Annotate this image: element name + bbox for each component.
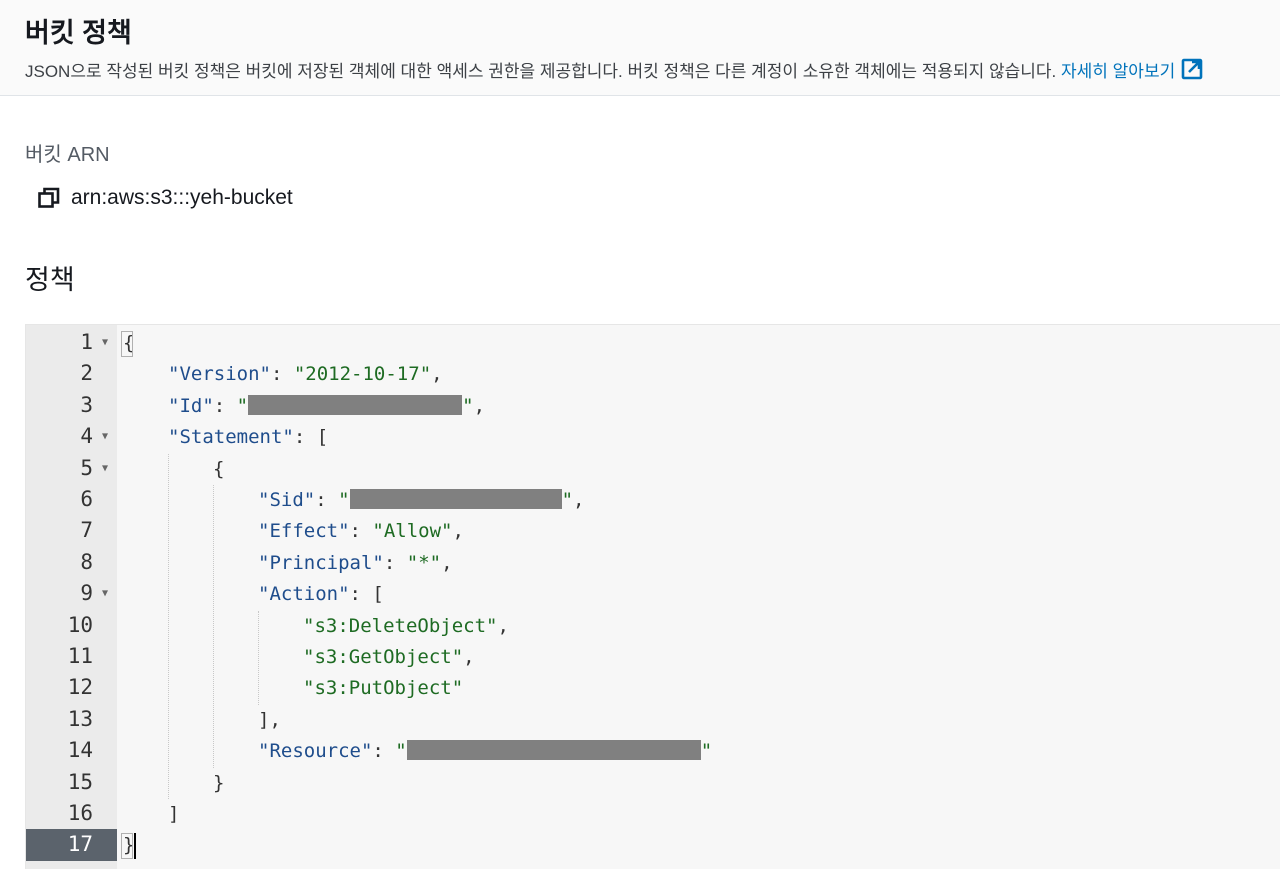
external-link-icon [1181,58,1203,80]
page-header: 버킷 정책 JSON으로 작성된 버킷 정책은 버킷에 저장된 객체에 대한 액… [0,0,1280,96]
line-number-text: 10 [67,612,93,637]
line-number: 17 [26,829,117,861]
line-number-text: 15 [67,769,93,794]
line-number: 8 [26,547,117,578]
code-line[interactable]: "Sid": " ", [258,485,584,516]
line-number-gutter: 1 ▼ 2 3 4 ▼ 5 ▼ 6 7 8 9 ▼ 10 11 12 13 14 15 16 17 [26,325,117,869]
code-line[interactable]: "Action": [ [258,579,384,610]
line-number: 15 [26,767,117,798]
redacted-value [349,489,562,509]
code-area[interactable]: { "Version": "2012-10-17", "Id": " ", "State… [117,325,1280,869]
line-number-text: 6 [80,487,93,511]
bucket-arn-value: arn:aws:s3:::yeh-bucket [71,186,293,209]
line-number-text: 9 [80,581,93,606]
line-number: 5 ▼ [26,453,117,484]
indent-guide [168,453,169,799]
line-number: 14 [26,735,117,766]
policy-label: 정책 [25,265,75,295]
bucket-arn-label: 버킷 ARN [25,144,110,166]
code-line[interactable]: { [213,454,224,485]
fold-toggle-icon[interactable]: ▼ [102,421,108,452]
bracket-match-highlight [121,331,133,357]
bracket-match-highlight [121,833,133,860]
code-line[interactable]: "Statement": [ [168,422,328,453]
bucket-arn: arn:aws:s3:::yeh-bucket [37,183,293,213]
line-number: 4 ▼ [26,421,117,452]
code-line[interactable]: "s3:DeleteObject", [303,611,509,642]
description-text: JSON으로 작성된 버킷 정책은 버킷에 저장된 객체에 대한 액세스 권한을… [25,62,1057,81]
policy-editor[interactable]: 1 ▼ 2 3 4 ▼ 5 ▼ 6 7 8 9 ▼ 10 11 12 13 14 15 16 17 {"Version"… [25,324,1280,869]
indent-guide [213,485,214,768]
line-number: 7 [26,515,117,546]
line-number-text: 4 [80,424,93,449]
fold-toggle-icon[interactable]: ▼ [102,453,108,484]
line-number: 16 [26,798,117,829]
code-line[interactable]: "Effect": "Allow", [258,516,464,547]
copy-icon[interactable] [37,186,61,210]
line-number: 6 [26,484,117,515]
line-number-text: 14 [67,738,93,763]
line-number-text: 12 [67,675,93,700]
line-number: 9 ▼ [26,578,117,609]
line-number-text: 3 [80,392,93,417]
line-number-text: 2 [80,361,93,386]
line-number-text: 13 [67,706,93,731]
line-number-text: 7 [80,518,93,543]
fold-toggle-icon[interactable]: ▼ [102,327,108,358]
indent-guide [258,610,259,705]
line-number: 10 [26,610,117,641]
code-line[interactable]: "Version": "2012-10-17", [168,359,443,390]
learn-more-link[interactable]: 자세히 알아보기 [1061,58,1203,81]
line-number: 3 [26,390,117,421]
line-number-text: 8 [80,549,93,574]
page-description: JSON으로 작성된 버킷 정책은 버킷에 저장된 객체에 대한 액세스 권한을… [25,57,1203,82]
fold-toggle-icon[interactable]: ▼ [102,578,108,609]
line-number-text: 17 [67,832,93,857]
code-line[interactable]: "Principal": "*", [258,548,453,579]
code-line[interactable]: ], [258,705,281,736]
code-line[interactable]: "Resource": " " [258,736,712,767]
line-number-text: 1 [80,330,93,354]
line-number: 13 [26,704,117,735]
page-title: 버킷 정책 [25,18,132,48]
line-number: 11 [26,641,117,672]
line-number-text: 11 [67,644,93,668]
line-number: 2 [26,358,117,389]
learn-more-label: 자세히 알아보기 [1061,62,1176,81]
code-line[interactable]: "s3:GetObject", [303,642,475,673]
line-number: 12 [26,672,117,703]
code-line[interactable]: "s3:PutObject" [303,673,463,704]
code-line[interactable]: ] [168,799,179,830]
redacted-value [406,740,701,761]
line-number: 1 ▼ [26,327,117,358]
redacted-value [248,394,463,415]
line-number-text: 16 [67,801,93,825]
text-cursor [134,833,136,860]
code-line[interactable]: "Id": " ", [168,391,485,422]
line-number-text: 5 [80,455,93,480]
code-line[interactable]: } [213,768,224,799]
